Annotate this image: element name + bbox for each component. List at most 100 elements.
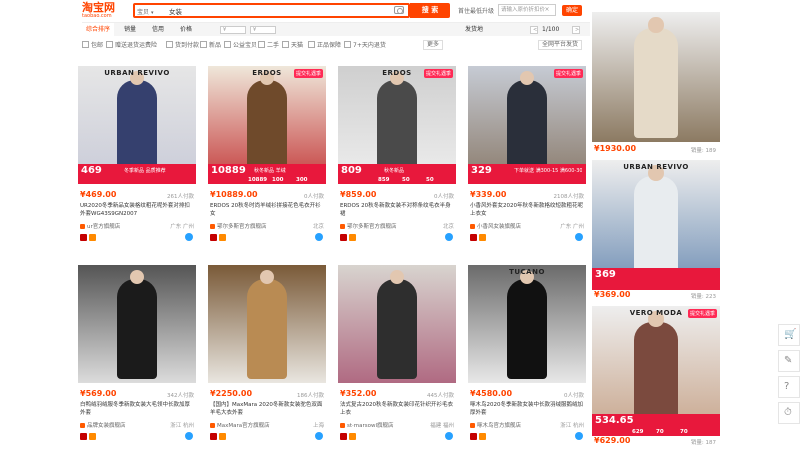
logo-subtext: taobao.com [82,13,112,19]
product-image[interactable]: ERDOS 提交礼遇季 10889 秋冬新品 羊绒 10889 100 300 [208,66,326,184]
gold-seller-icon [479,433,486,440]
product-title-link[interactable]: 小香风外套女2020年秋冬新款格纹短款粗花呢上衣女 [470,202,584,218]
product-card[interactable]: URBAN REVIVO 469 冬季新品 品质推荐 ¥469.00 261人付款 UR2… [78,66,196,244]
wangwang-chat-icon[interactable] [575,432,583,440]
tmall-badge-icon [80,433,87,440]
prev-page-button[interactable]: < [530,26,538,34]
model-figure [376,279,418,380]
product-image[interactable]: ERDOS 提交礼遇季 809 秋冬新品 859 50 50 [338,66,456,184]
tab-default-sort[interactable]: 综合排序 [82,23,115,37]
wangwang-chat-icon[interactable] [185,432,193,440]
wangwang-chat-icon[interactable] [185,233,193,241]
shop-name-link[interactable]: 鄂尔多斯官方旗舰店 [340,222,397,230]
product-image[interactable] [208,265,326,383]
product-title-link[interactable]: ERDOS 20秋冬时尚羊绒衫拼接花色毛衣开衫女 [210,202,324,218]
model-figure [506,279,548,380]
shop-location: 浙江 杭州 [560,423,584,429]
product-title-link[interactable]: 白鸭绒羽绒服冬季新款女装大毛领中长款加厚外套 [80,401,194,417]
next-page-button[interactable]: > [572,26,580,34]
right-product-image[interactable]: URBAN REVIVO 369 [592,160,720,290]
product-title-link[interactable]: 啄木鸟2020冬季新款女装中长款羽绒服鹅绒加厚外套 [470,401,584,417]
help-icon[interactable]: ? [778,376,800,398]
right-product-image[interactable]: VERO MODA 提交礼遇季 534.65 629 70 70 [592,306,720,436]
tmall-badge-icon [210,433,217,440]
wangwang-chat-icon[interactable] [445,432,453,440]
product-card[interactable]: ¥569.00 342人付款 白鸭绒羽绒服冬季新款女装大毛领中长款加厚外套 品牌女装旗… [78,265,196,443]
product-card[interactable]: ¥2250.00 186人付款 【国内】MaxMara 2020冬新款女装驼色双面羊… [208,265,326,443]
model-head [129,269,145,284]
filter-cod[interactable]: 货到付款 [166,41,199,50]
product-title-link[interactable]: ERDOS 20秋冬新款女装不对称条纹毛衣半身裙 [340,202,454,218]
band-text: 冬季新品 品质推荐 [124,167,166,174]
filter-free-shipping[interactable]: 包邮 [82,41,103,50]
shop-name-link[interactable]: 啄木鸟官方旗舰店 [470,421,521,429]
product-title-link[interactable]: UR2020冬季新品女装格纹粗花呢外套对排扣外套WG43S9GN2007 [80,202,194,218]
product-card[interactable]: TUCANO ¥4580.00 0人付款 啄木鸟2020冬季新款女装中长款羽绒服鹅绒加… [468,265,586,443]
right-product-card[interactable]: VERO MODA 提交礼遇季 534.65 629 70 70 ¥629.00 销量: 18… [592,306,720,452]
edit-icon[interactable]: ✎ [778,350,800,372]
camera-icon[interactable] [394,6,404,14]
shop-name-link[interactable]: MaxMara官方旗舰店 [210,421,270,429]
product-card[interactable]: 提交礼遇季 329 下单就送 满300-15 满600-30 满1000-50 ¥33… [468,66,586,244]
filter-return-insurance[interactable]: 赠送退货运费险 [106,41,157,50]
payment-count: 2108人付款 [553,194,585,200]
product-image[interactable]: URBAN REVIVO 469 冬季新品 品质推荐 [78,66,196,184]
product-image[interactable] [78,265,196,383]
brand-label: TUCANO [509,268,545,276]
filter-second-hand[interactable]: 二手 [258,41,279,50]
wangwang-chat-icon[interactable] [315,432,323,440]
taobao-logo[interactable]: 淘宝网 taobao.com [82,2,132,20]
price-band: 329 下单就送 满300-15 满600-30 满1000-50 [468,163,586,184]
price-from-input[interactable]: ¥ [220,26,246,34]
product-card[interactable]: ERDOS 提交礼遇季 809 秋冬新品 859 50 50 ¥859.00 0人付款 ERDOS… [338,66,456,244]
shop-location: 上海 [312,423,324,429]
payment-count: 261人付款 [167,194,194,200]
product-title-link[interactable]: 【国内】MaxMara 2020冬新款女装驼色双面羊毛大衣外套 [210,401,324,417]
filter-charity[interactable]: 公益宝贝 [224,41,257,50]
filter-bar: 包邮 赠送退货运费险 货到付款 新品 公益宝贝 二手 天猫 正品保障 7+天内退… [82,38,590,52]
product-card[interactable]: ERDOS 提交礼遇季 10889 秋冬新品 羊绒 10889 100 300 ¥10889.… [208,66,326,244]
filter-tmall[interactable]: 天猫 [282,41,303,50]
product-title-link[interactable]: 法式复古2020秋冬新款女装印花针织开衫毛衣上衣 [340,401,454,417]
ship-from-dropdown[interactable]: 全网平台发货 [538,40,583,50]
price-band: 10889 秋冬新品 羊绒 10889 100 300 [208,163,326,184]
wangwang-chat-icon[interactable] [445,233,453,241]
wangwang-chat-icon[interactable] [575,233,583,241]
confirm-button[interactable]: 确定 [562,5,582,16]
cart-icon[interactable]: 🛒 [778,324,800,346]
tab-sales[interactable]: 销量 [120,23,140,37]
band-price: 534.65 [595,414,634,426]
right-product-card[interactable]: URBAN REVIVO 369 ¥369.00 销量: 223 [592,160,720,306]
right-product-card[interactable]: ¥1930.00 销量: 189 [592,12,720,158]
search-button[interactable]: 搜 索 [410,3,450,18]
product-price: ¥10889.00 [210,190,258,199]
filter-new[interactable]: 新品 [200,41,221,50]
right-product-price: ¥369.00 [594,290,631,299]
history-icon[interactable]: ⏱ [778,402,800,424]
tab-credit[interactable]: 信用 [148,23,168,37]
shop-name-link[interactable]: ur官方旗舰店 [80,222,120,230]
shop-name-link[interactable]: st·marsowl旗舰店 [340,421,394,429]
shop-name-link[interactable]: 小香风女装旗舰店 [470,222,521,230]
ship-location-dropdown[interactable]: 发货地 [465,23,483,37]
tab-price[interactable]: 价格 [176,23,196,37]
price-to-input[interactable]: ¥ [250,26,276,34]
shop-name-link[interactable]: 鄂尔多斯官方旗舰店 [210,222,267,230]
more-filters-button[interactable]: 更多 [423,40,444,50]
shop-name-link[interactable]: 品牌女装旗舰店 [80,421,126,429]
payment-count: 342人付款 [167,393,194,399]
wangwang-chat-icon[interactable] [315,233,323,241]
clear-icon[interactable]: × [542,4,552,16]
tmall-badge-icon [470,234,477,241]
right-product-image[interactable] [592,12,720,142]
search-input[interactable] [169,6,389,16]
gold-seller-icon [219,234,226,241]
product-card[interactable]: ¥352.00 445人付款 法式复古2020秋冬新款女装印花针织开衫毛衣上衣 st·… [338,265,456,443]
product-price: ¥339.00 [470,190,507,199]
filter-genuine[interactable]: 正品保障 [308,41,341,50]
product-image[interactable]: TUCANO [468,265,586,383]
product-image[interactable] [338,265,456,383]
search-scope-dropdown[interactable]: 宝贝 ▾ [137,7,165,16]
product-image[interactable]: 提交礼遇季 329 下单就送 满300-15 满600-30 满1000-50 [468,66,586,184]
filter-7day-return[interactable]: 7+天内退货 [344,41,386,50]
